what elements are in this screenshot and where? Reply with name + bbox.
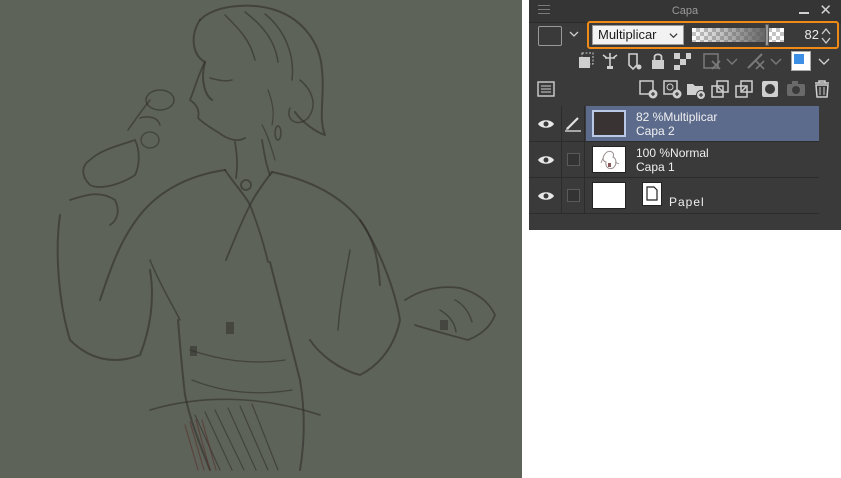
combine-with-layer-below-icon[interactable] — [733, 78, 755, 100]
layer-options-toolbar — [529, 50, 841, 74]
eye-icon[interactable] — [537, 118, 555, 130]
chevron-down-icon[interactable] — [569, 29, 579, 39]
layer-commands-toolbar — [529, 78, 841, 104]
sketch-thumbnail-image — [600, 150, 620, 170]
edit-target-cell[interactable] — [561, 142, 585, 177]
layer-name: Papel — [669, 195, 705, 209]
trash-icon[interactable] — [811, 78, 833, 100]
edit-target-checkbox[interactable] — [567, 189, 580, 202]
layer-blend-info: 100 %Normal — [636, 146, 709, 160]
paper-layer-icon — [642, 182, 662, 206]
new-raster-layer-icon[interactable] — [637, 78, 659, 100]
layer-panel: Capa ✕ Multiplicar 82 82 %Multiplicar Ca… — [529, 0, 841, 230]
sketch-artwork — [56, 4, 496, 471]
edit-target-cell[interactable] — [561, 106, 585, 141]
layer-color-swatch[interactable] — [538, 26, 562, 46]
layer-main-papel[interactable]: Papel — [586, 178, 819, 213]
layer-main-capa-2[interactable]: 82 %Multiplicar Capa 2 — [586, 106, 819, 141]
chevron-down-icon[interactable] — [721, 50, 743, 72]
layer-thumbnail — [592, 146, 626, 173]
layer-main-capa-1[interactable]: 100 %Normal Capa 1 — [586, 142, 819, 177]
show-layer-panel-icon[interactable] — [535, 78, 557, 100]
clip-to-layer-icon[interactable] — [575, 50, 597, 72]
layer-color-chip[interactable] — [791, 51, 811, 71]
lock-transparent-pixels-icon[interactable] — [671, 50, 693, 72]
ruler-disable-icon[interactable] — [745, 50, 767, 72]
blend-mode-select[interactable]: Multiplicar — [592, 25, 684, 45]
layer-row-papel[interactable]: Papel — [529, 178, 819, 214]
layer-name: Capa 1 — [636, 160, 675, 174]
minimize-icon[interactable] — [799, 12, 809, 14]
drawing-canvas[interactable] — [0, 0, 522, 478]
blend-mode-value: Multiplicar — [598, 27, 657, 42]
new-folder-icon[interactable] — [685, 78, 707, 100]
layer-row-capa-2[interactable]: 82 %Multiplicar Capa 2 — [529, 106, 819, 142]
chevron-down-icon[interactable] — [813, 50, 835, 72]
edit-target-cell[interactable] — [561, 178, 585, 213]
layer-row-capa-1[interactable]: 100 %Normal Capa 1 — [529, 142, 819, 178]
opacity-slider[interactable] — [692, 24, 784, 46]
panel-titlebar: Capa ✕ — [529, 0, 841, 23]
panel-title: Capa — [671, 5, 699, 17]
layer-thumbnail — [592, 110, 626, 137]
opacity-value[interactable]: 82 — [793, 27, 819, 42]
eye-icon[interactable] — [537, 154, 555, 166]
new-vector-layer-icon[interactable] — [661, 78, 683, 100]
reference-layer-icon[interactable] — [599, 50, 621, 72]
create-layer-mask-icon[interactable] — [759, 78, 781, 100]
opacity-slider-handle[interactable] — [765, 24, 770, 46]
transfer-to-lower-layer-icon[interactable] — [709, 78, 731, 100]
draft-layer-icon[interactable] — [623, 50, 645, 72]
edit-target-checkbox[interactable] — [567, 153, 580, 166]
layer-name: Capa 2 — [636, 124, 675, 138]
lock-icon[interactable] — [647, 50, 669, 72]
opacity-slider-fill — [692, 28, 768, 42]
apply-mask-icon[interactable] — [785, 78, 807, 100]
chevron-down-icon[interactable] — [765, 50, 787, 72]
pen-icon — [565, 117, 581, 132]
close-icon[interactable]: ✕ — [819, 3, 832, 18]
chevron-down-icon — [669, 33, 678, 39]
layer-blend-info: 82 %Multiplicar — [636, 110, 718, 124]
mask-disable-icon[interactable] — [701, 50, 723, 72]
opacity-spin-icon[interactable] — [821, 26, 831, 46]
layer-thumbnail — [592, 182, 626, 209]
eye-icon[interactable] — [537, 190, 555, 202]
